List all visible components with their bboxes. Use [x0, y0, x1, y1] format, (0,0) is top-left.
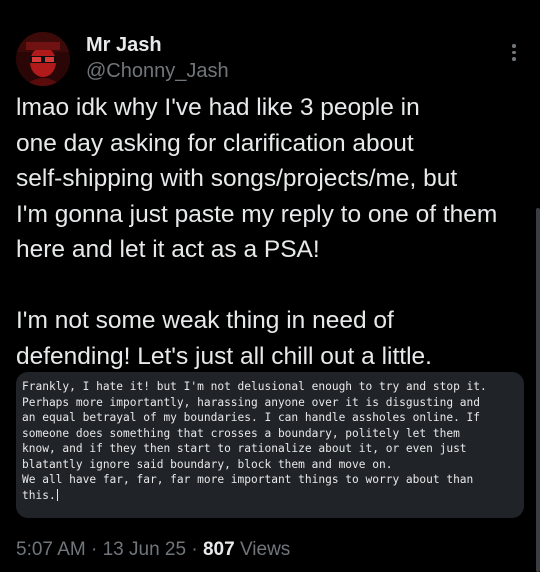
quoted-note-image[interactable]: Frankly, I hate it! but I'm not delusion… [16, 372, 524, 518]
quoted-note-text: Frankly, I hate it! but I'm not delusion… [22, 379, 518, 503]
author-names: Mr Jash @Chonny_Jash [86, 32, 229, 84]
note-line: Perhaps more importantly, harassing anyo… [22, 395, 481, 409]
note-line: know, and if they then start to rational… [22, 442, 467, 455]
avatar[interactable] [16, 32, 70, 86]
note-line: this. [22, 488, 56, 502]
avatar-image [16, 32, 70, 86]
note-line: an equal betrayal of my boundaries. I ca… [22, 411, 481, 424]
meta-separator: · [91, 539, 98, 560]
note-line: Frankly, I hate it! but I'm not delusion… [22, 380, 487, 393]
more-dot [512, 44, 516, 48]
note-line: someone does something that crosses a bo… [22, 426, 460, 440]
tweet: Mr Jash @Chonny_Jash lmao idk why I've h… [0, 0, 540, 572]
tweet-text: lmao idk why I've had like 3 people in o… [16, 94, 498, 370]
post-date[interactable]: 13 Jun 25 [103, 539, 186, 560]
more-dot [512, 50, 516, 54]
views-label: Views [239, 539, 291, 560]
display-name[interactable]: Mr Jash [86, 32, 229, 58]
user-handle[interactable]: @Chonny_Jash [86, 58, 229, 84]
note-line: blatantly ignore said boundary, block th… [22, 457, 393, 471]
views-count[interactable]: 807 [203, 539, 235, 560]
tweet-meta: 5:07 AM · 13 Jun 25 · 807 Views [16, 537, 290, 563]
more-dot [512, 57, 516, 61]
text-cursor [56, 488, 58, 501]
meta-separator: · [191, 539, 198, 560]
tweet-header: Mr Jash @Chonny_Jash [16, 28, 524, 88]
scrollbar[interactable] [536, 208, 540, 572]
note-line: We all have far, far, far more important… [22, 473, 474, 486]
more-vertical-icon[interactable] [510, 44, 518, 64]
post-time[interactable]: 5:07 AM [16, 539, 86, 560]
